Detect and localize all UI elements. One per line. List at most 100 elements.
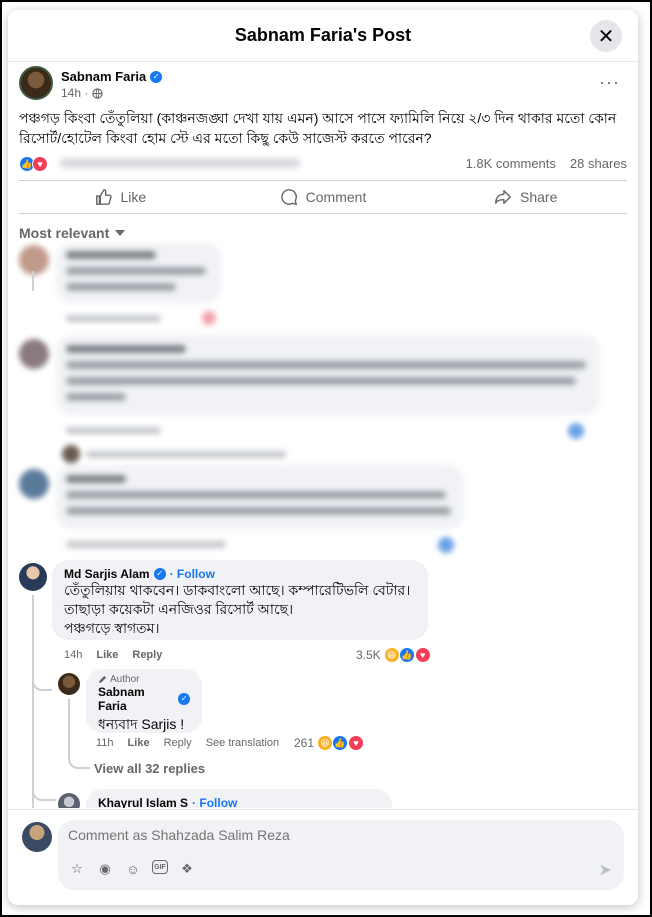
comment-reaction-count: 3.5K [356, 648, 381, 662]
blurred-meta [86, 451, 286, 458]
modal-title: Sabnam Faria's Post [234, 25, 412, 45]
close-button[interactable]: ✕ [590, 20, 622, 52]
blurred-line [66, 361, 586, 369]
reply-author-row: Sabnam Faria ✓ [98, 685, 190, 713]
share-button[interactable]: Share [424, 181, 627, 213]
post-modal: Sabnam Faria's Post ✕ Sabnam Faria ✓ 14h… [8, 10, 638, 905]
comment-input[interactable] [68, 827, 548, 843]
sort-label: Most relevant [19, 225, 110, 241]
reply-author-avatar[interactable] [58, 673, 80, 695]
comment-author-name[interactable]: Khayrul Islam S [98, 796, 188, 808]
share-button-label: Share [520, 189, 558, 205]
blurred-avatar [62, 445, 80, 463]
comment-reactions[interactable]: 3.5K 😆 👍 ♥ [356, 647, 431, 663]
comment-text-line: পঞ্চগড়ে স্বাগতম। [64, 620, 160, 636]
thread-elbow [32, 675, 52, 691]
thread-elbow [32, 789, 56, 801]
like-reaction-icon: 👍 [398, 647, 415, 663]
blurred-line [66, 345, 186, 353]
blurred-meta [66, 315, 161, 322]
reacted-names-blurred [60, 158, 300, 168]
comment-author-name[interactable]: Md Sarjis Alam [64, 567, 150, 581]
blurred-line [66, 377, 576, 385]
verified-badge-icon: ✓ [150, 70, 163, 83]
avatar-sticker-icon[interactable]: ☆ [68, 860, 86, 878]
post-text: পঞ্চগড় কিংবা তেঁতুলিয়া (কাঞ্চনজঙ্ঘা দে… [19, 110, 617, 146]
reply-time[interactable]: 11h [96, 737, 114, 749]
post-author-name[interactable]: Sabnam Faria [61, 69, 146, 84]
reply-reply-button[interactable]: Reply [164, 737, 192, 749]
commenter-avatar[interactable] [58, 793, 80, 808]
comment-author-row: Md Sarjis Alam ✓ · Follow [64, 567, 416, 581]
comment-text-line: তেঁতুলিয়ায় থাকবেন। ডাকবাংলো আছে। কম্পা… [64, 582, 411, 598]
reply-author-name[interactable]: Sabnam Faria [98, 685, 174, 713]
thumbs-up-icon [96, 189, 113, 205]
commenter-avatar[interactable] [19, 563, 47, 591]
stat-counts: 1.8K comments 28 shares [466, 156, 627, 171]
send-icon[interactable]: ➤ [599, 860, 612, 880]
comments-count[interactable]: 1.8K comments [466, 156, 556, 171]
comment-text-line: তাছাড়া কয়েকটা এনজিওর রিসোর্ট আছে। [64, 601, 294, 617]
verified-badge-icon: ✓ [178, 693, 190, 705]
blurred-reaction [568, 423, 584, 439]
close-icon: ✕ [597, 25, 615, 48]
reply-reactions[interactable]: 261 😆 👍 ♥ [294, 735, 365, 751]
pencil-icon [98, 675, 107, 684]
comment-button[interactable]: Comment [222, 181, 425, 213]
blurred-avatar [19, 245, 49, 275]
follow-link[interactable]: · Follow [170, 567, 215, 581]
haha-reaction-icon: 😆 [383, 647, 400, 663]
reply-bubble: Author Sabnam Faria ✓ ধন্যবাদ Sarjis ! [86, 669, 202, 733]
see-translation-link[interactable]: See translation [206, 737, 279, 749]
share-arrow-icon [495, 189, 511, 205]
love-reaction-icon: ♥ [32, 156, 48, 172]
chevron-down-icon [115, 230, 126, 236]
camera-icon[interactable]: ◉ [96, 860, 114, 878]
comment-bubble-icon [280, 189, 297, 206]
post-author[interactable]: Sabnam Faria ✓ [61, 69, 163, 84]
reply-like-button[interactable]: Like [128, 737, 150, 749]
blurred-reaction [202, 311, 216, 325]
gif-icon[interactable]: GIF [152, 860, 168, 874]
like-reaction-icon: 👍 [332, 735, 349, 751]
follow-link[interactable]: · Follow [192, 796, 237, 808]
modal-header: Sabnam Faria's Post ✕ [8, 10, 638, 62]
emoji-icon[interactable]: ☺ [124, 860, 142, 878]
blurred-line [66, 475, 126, 483]
blurred-line [66, 283, 176, 291]
love-reaction-icon: ♥ [414, 647, 431, 663]
comment-like-button[interactable]: Like [96, 649, 118, 661]
blurred-line [66, 507, 451, 515]
author-avatar[interactable] [19, 66, 53, 100]
reply-text: ধন্যবাদ Sarjis ! [98, 716, 185, 732]
like-button[interactable]: Like [19, 181, 222, 213]
sort-dropdown[interactable]: Most relevant [8, 214, 638, 244]
post-reactions[interactable]: 👍 ♥ [19, 156, 48, 172]
comment-reply-button[interactable]: Reply [132, 649, 162, 661]
sticker-icon[interactable]: ❖ [178, 860, 196, 878]
comment-time[interactable]: 14h [64, 649, 82, 661]
blurred-line [66, 491, 446, 499]
thread-line [68, 699, 70, 759]
current-user-avatar[interactable] [22, 822, 52, 852]
blurred-line [66, 251, 156, 259]
blurred-line [66, 267, 206, 275]
post-stats: 👍 ♥ 1.8K comments 28 shares [8, 152, 638, 178]
love-reaction-icon: ♥ [348, 735, 365, 751]
blurred-avatar [19, 469, 49, 499]
comment-actions: 14h Like Reply [64, 649, 162, 661]
blurred-meta [66, 427, 161, 434]
blurred-avatar [19, 339, 49, 369]
comment-bubble: Md Sarjis Alam ✓ · Follow তেঁতুলিয়ায় থ… [52, 560, 428, 640]
comment-box[interactable]: ☆ ◉ ☺ GIF ❖ ➤ [58, 820, 624, 890]
post-time[interactable]: 14h · [61, 86, 88, 100]
post-header: Sabnam Faria ✓ 14h · ··· [8, 66, 638, 104]
post-action-bar: Like Comment Share [19, 180, 627, 214]
thread-line [32, 271, 34, 291]
view-all-replies-button[interactable]: View all 32 replies [94, 761, 205, 776]
thread-elbow [68, 757, 90, 769]
more-options-button[interactable]: ··· [599, 72, 620, 93]
post-scroll-area[interactable]: Sabnam Faria ✓ 14h · ··· পঞ্চগড় কিংবা ত… [8, 63, 638, 808]
post-meta: 14h · [61, 86, 104, 100]
shares-count[interactable]: 28 shares [570, 156, 627, 171]
